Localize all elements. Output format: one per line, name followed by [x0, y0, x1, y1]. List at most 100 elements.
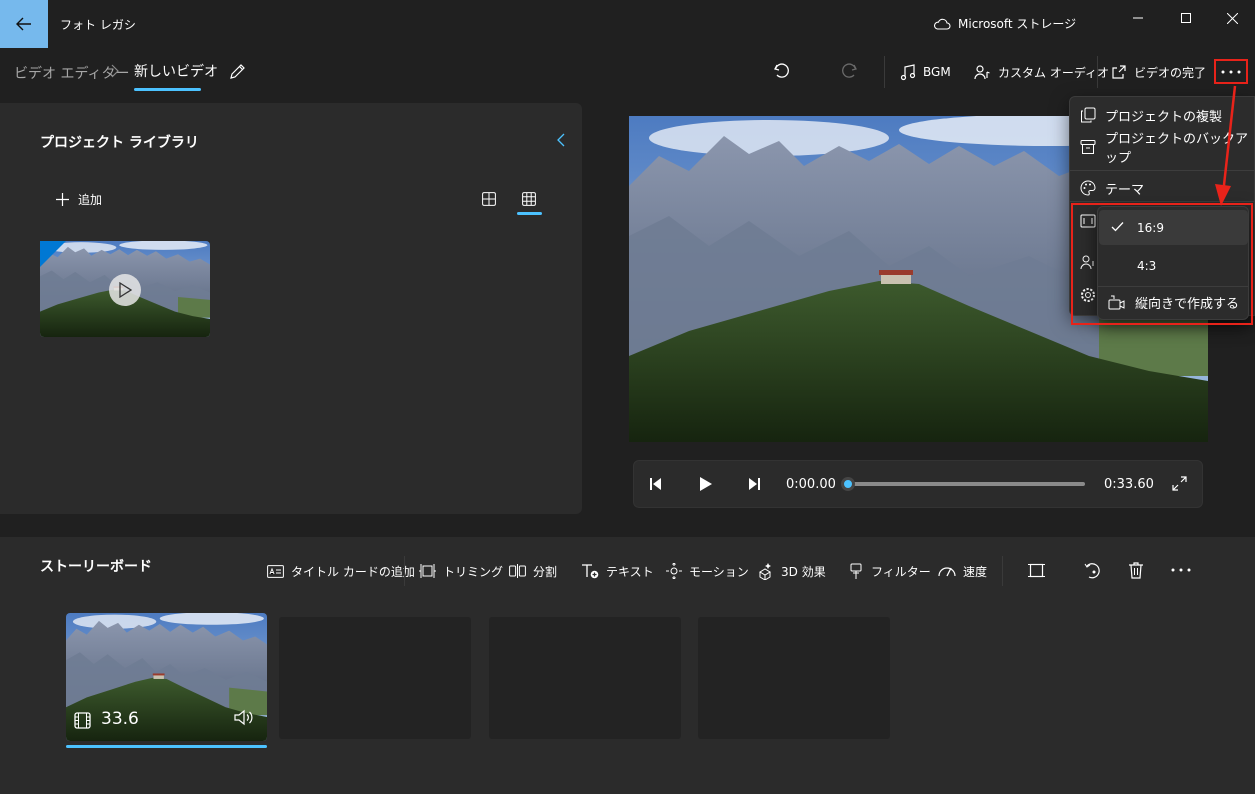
3d-effects-button[interactable]: 3D 効果	[757, 562, 826, 580]
filter-icon	[848, 563, 864, 580]
seek-track[interactable]	[848, 482, 1085, 486]
rename-button[interactable]	[229, 63, 246, 80]
undo-button[interactable]	[773, 63, 791, 79]
audio-person-icon	[974, 64, 991, 81]
bgm-button[interactable]: BGM	[900, 62, 951, 82]
title-card-icon	[267, 564, 284, 578]
grid-large-icon	[482, 192, 496, 206]
skip-back-icon	[649, 477, 663, 491]
breadcrumb-current: 新しいビデオ	[134, 64, 218, 80]
trim-button[interactable]: トリミング	[419, 562, 503, 580]
finish-video-button[interactable]: ビデオの完了	[1111, 62, 1206, 82]
motion-label: モーション	[689, 564, 749, 579]
finish-video-label: ビデオの完了	[1134, 65, 1207, 80]
expand-icon	[1172, 476, 1187, 491]
share-icon	[1111, 64, 1127, 80]
motion-button[interactable]: モーション	[666, 562, 749, 580]
duplicate-project-label: プロジェクトの複製	[1105, 109, 1223, 125]
add-title-card-label: タイトル カードの追加	[291, 564, 415, 579]
filter-button[interactable]: フィルター	[848, 562, 931, 580]
maximize-icon	[1181, 13, 1191, 23]
storage-label: Microsoft ストレージ	[958, 17, 1077, 31]
total-time: 0:33.60	[1104, 477, 1154, 492]
speed-label: 速度	[963, 564, 988, 579]
palette-icon	[1080, 180, 1096, 196]
storyboard-more-button[interactable]	[1171, 568, 1191, 572]
chevron-right-icon	[111, 64, 119, 78]
highlight-box	[1071, 203, 1253, 325]
storage-indicator[interactable]: Microsoft ストレージ	[933, 15, 1076, 32]
theme-item[interactable]: テーマ	[1080, 178, 1144, 198]
filter-label: フィルター	[871, 564, 931, 579]
project-library-title: プロジェクト ライブラリ	[40, 135, 199, 151]
grid-small-icon	[522, 192, 536, 206]
more-dots-icon	[1221, 70, 1241, 74]
3d-effects-icon	[757, 562, 774, 580]
trash-icon	[1128, 561, 1144, 579]
collapse-library-button[interactable]	[557, 133, 565, 147]
toolbar-divider	[884, 56, 885, 88]
split-label: 分割	[533, 564, 558, 579]
redo-icon	[840, 63, 858, 79]
duplicate-project-item[interactable]: プロジェクトの複製	[1080, 105, 1222, 125]
play-overlay-icon	[109, 274, 141, 306]
large-grid-view-button[interactable]	[482, 192, 496, 206]
clip-selected-indicator	[66, 745, 267, 748]
more-dots-icon	[1171, 568, 1191, 572]
speed-button[interactable]: 速度	[938, 562, 987, 580]
app-title: フォト レガシ	[60, 18, 136, 32]
volume-icon[interactable]	[234, 709, 255, 726]
text-add-icon	[581, 563, 599, 579]
delete-button[interactable]	[1128, 561, 1144, 579]
back-arrow-icon	[16, 17, 32, 31]
close-button[interactable]	[1222, 8, 1242, 28]
text-button[interactable]: テキスト	[581, 562, 654, 580]
empty-clip-slot	[489, 617, 681, 739]
storyboard-divider	[404, 556, 405, 586]
play-icon	[699, 477, 713, 491]
small-grid-view-button[interactable]	[522, 192, 536, 206]
maximize-button[interactable]	[1176, 8, 1196, 28]
clip-duration: 33.6	[101, 709, 139, 729]
seek-thumb[interactable]	[841, 477, 855, 491]
bgm-label: BGM	[923, 65, 951, 79]
split-button[interactable]: 分割	[509, 562, 557, 580]
split-icon	[509, 564, 526, 578]
back-button[interactable]	[0, 0, 48, 48]
toolbar-divider	[1097, 56, 1098, 88]
empty-clip-slot	[698, 617, 890, 739]
previous-frame-button[interactable]	[649, 477, 663, 491]
used-in-project-indicator	[40, 241, 66, 267]
music-note-icon	[900, 63, 916, 81]
more-options-button[interactable]	[1214, 59, 1248, 84]
rotate-icon	[1084, 562, 1101, 579]
trim-icon	[419, 564, 436, 578]
cloud-icon	[933, 18, 951, 30]
film-icon	[74, 712, 91, 729]
speedometer-icon	[938, 564, 956, 578]
motion-icon	[666, 563, 682, 579]
3d-effects-label: 3D 効果	[781, 564, 826, 579]
minimize-icon	[1133, 13, 1143, 23]
storyboard-divider	[1002, 556, 1003, 586]
redo-button[interactable]	[840, 63, 858, 79]
trim-label: トリミング	[443, 564, 504, 579]
copy-icon	[1080, 107, 1096, 123]
play-button[interactable]	[699, 477, 713, 491]
custom-audio-button[interactable]: カスタム オーディオ	[974, 62, 1109, 82]
view-selected-indicator	[517, 212, 542, 215]
text-label: テキスト	[606, 564, 654, 579]
breadcrumb-underline	[134, 88, 201, 91]
storyboard-title: ストーリーボード	[40, 559, 152, 575]
minimize-button[interactable]	[1128, 8, 1148, 28]
add-media-button[interactable]: 追加	[56, 191, 102, 208]
rotate-button[interactable]	[1084, 562, 1101, 579]
plus-icon	[56, 193, 69, 206]
remove-black-bars-button[interactable]	[1028, 562, 1045, 579]
crop-frame-icon	[1028, 562, 1045, 579]
fullscreen-button[interactable]	[1172, 476, 1187, 491]
add-title-card-button[interactable]: タイトル カードの追加	[267, 562, 415, 580]
next-frame-button[interactable]	[747, 477, 761, 491]
chevron-left-icon	[557, 133, 565, 147]
close-icon	[1226, 12, 1238, 24]
